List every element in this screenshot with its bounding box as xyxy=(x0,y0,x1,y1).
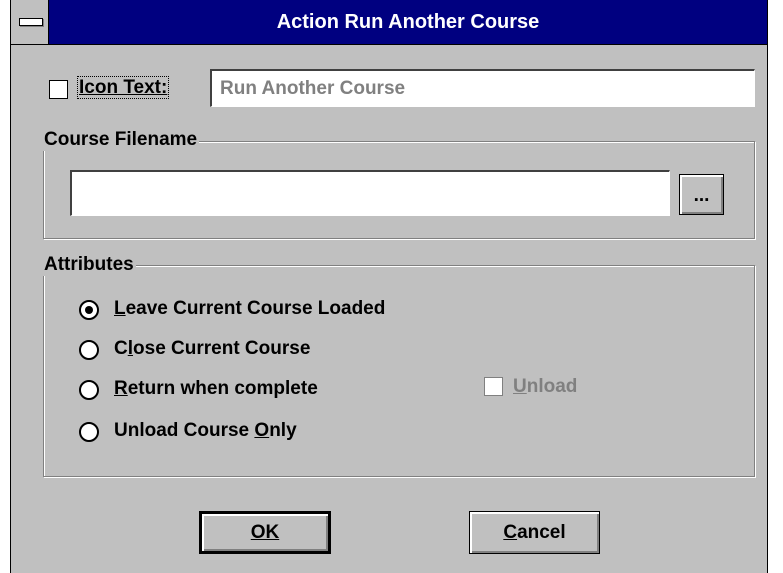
radio-unload-course-only[interactable] xyxy=(79,422,99,442)
ok-button[interactable]: OK xyxy=(199,511,331,554)
icon-text-checkbox[interactable] xyxy=(49,80,68,99)
attributes-group xyxy=(43,265,755,477)
close-current-course-label: Close Current Course xyxy=(114,338,311,359)
radio-selected-dot xyxy=(85,306,93,314)
attributes-group-label: Attributes xyxy=(42,254,136,276)
dialog-window: Action Run Another Course Icon Text: Run… xyxy=(10,0,768,573)
window-title: Action Run Another Course xyxy=(276,11,540,33)
cancel-button[interactable]: Cancel xyxy=(469,511,600,554)
icon-text-label-text: Icon Text: xyxy=(79,77,168,98)
radio-close-current-course[interactable] xyxy=(79,340,99,360)
leave-current-course-loaded-label: Leave Current Course Loaded xyxy=(114,298,386,319)
browse-button-label: ... xyxy=(693,185,710,206)
course-filename-input[interactable] xyxy=(70,170,670,216)
unload-course-only-label: Unload Course Only xyxy=(114,420,297,441)
system-menu-button[interactable] xyxy=(11,0,49,44)
icon-text-label: Icon Text: xyxy=(77,76,170,99)
unload-label: Unload xyxy=(513,376,578,397)
title-bar: Action Run Another Course xyxy=(11,0,767,45)
radio-leave-current-course-loaded[interactable] xyxy=(79,300,99,320)
radio-return-when-complete[interactable] xyxy=(79,380,99,400)
icon-text-value: Run Another Course xyxy=(220,78,406,99)
unload-checkbox[interactable] xyxy=(484,377,503,396)
browse-button[interactable]: ... xyxy=(679,174,724,215)
ok-button-label: OK xyxy=(250,522,280,543)
system-menu-icon xyxy=(19,18,43,26)
return-when-complete-label: Return when complete xyxy=(114,378,318,399)
icon-text-input[interactable]: Run Another Course xyxy=(210,69,755,107)
course-filename-group-label: Course Filename xyxy=(42,129,200,151)
